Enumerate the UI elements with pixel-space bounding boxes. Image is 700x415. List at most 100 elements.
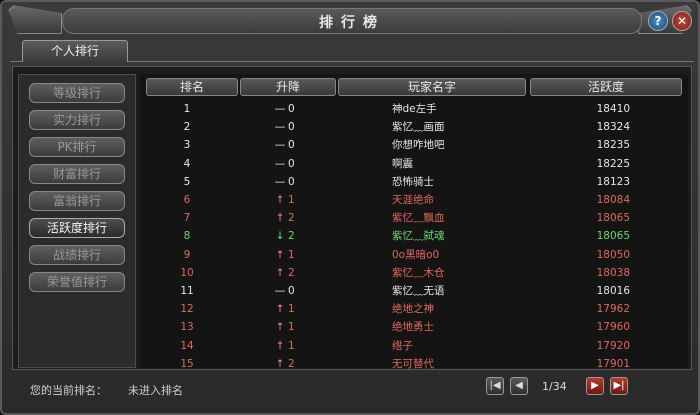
activity-value: 18225	[596, 157, 630, 170]
header-rank[interactable]: 排名	[146, 78, 238, 96]
table-row[interactable]: 6 ↑ 1 天涯绝命 18084	[140, 191, 688, 209]
table-row[interactable]: 2 —0 紫忆﹏画面 18324	[140, 118, 688, 136]
change-value: 0	[288, 157, 295, 170]
change-arrow: ↑	[275, 357, 285, 370]
menu-strength-ranking[interactable]: 实力排行	[29, 110, 125, 130]
change-arrow: ↑	[275, 266, 285, 279]
table-row[interactable]: 11 —0 紫忆﹏无语 18016	[140, 282, 688, 300]
next-page-icon: ▶	[591, 380, 599, 391]
menu-pk-ranking[interactable]: PK排行	[29, 137, 125, 157]
change-value: 2	[288, 212, 295, 225]
player-name: 绝地之神	[392, 303, 434, 316]
ranking-window: 排行榜 ? ✕ 个人排行 等级排行 实力排行 PK排行 财富排行 富翁排行 活跃…	[0, 0, 700, 415]
help-button[interactable]: ?	[648, 11, 668, 31]
table-row[interactable]: 9 ↑ 1 0o黑暗o0 18050	[140, 246, 688, 264]
header-activity[interactable]: 活跃度	[530, 78, 682, 96]
first-page-button[interactable]: |◀	[486, 377, 504, 395]
title-bar[interactable]: 排行榜	[62, 8, 642, 34]
change-value: 0	[288, 103, 295, 115]
player-name: 无可替代	[392, 357, 434, 370]
menu-honor-ranking[interactable]: 荣誉值排行	[29, 272, 125, 292]
rank-cell: 12	[180, 303, 194, 316]
prev-page-icon: ◀	[515, 380, 523, 391]
header-change[interactable]: 升降	[240, 78, 336, 96]
rank-cell: 3	[183, 139, 191, 152]
last-page-icon: ▶|	[613, 380, 625, 391]
table-row[interactable]: 5 —0 恐怖骑士 18123	[140, 173, 688, 191]
rank-cell: 1	[183, 103, 191, 115]
player-name: 啊震	[392, 157, 413, 170]
menu-activity-ranking[interactable]: 活跃度排行	[29, 218, 125, 238]
change-value: 2	[288, 230, 295, 243]
next-page-button[interactable]: ▶	[586, 377, 604, 395]
change-arrow: —	[274, 175, 286, 188]
activity-value: 18065	[596, 212, 630, 225]
menu-rich-ranking[interactable]: 富翁排行	[29, 191, 125, 211]
activity-value: 18016	[596, 285, 630, 297]
activity-value: 18084	[596, 194, 630, 206]
player-name: 紫忆﹏无语	[392, 285, 445, 297]
activity-value: 18038	[596, 266, 630, 279]
table-row[interactable]: 3 —0 你想咋地吧 18235	[140, 136, 688, 154]
last-page-button[interactable]: ▶|	[610, 377, 628, 395]
rank-cell: 13	[180, 321, 194, 334]
change-value: 2	[288, 266, 295, 279]
change-value: 1	[288, 339, 295, 352]
table-row[interactable]: 14 ↑ 1 绺子 17920	[140, 337, 688, 355]
rank-cell: 2	[183, 121, 191, 134]
player-name: 你想咋地吧	[392, 139, 445, 152]
change-arrow: —	[274, 103, 286, 115]
tab-strip: 个人排行	[10, 40, 694, 62]
menu-battle-ranking[interactable]: 战绩排行	[29, 245, 125, 265]
table-row[interactable]: 7 ↑ 2 紫忆﹏飘血 18065	[140, 209, 688, 227]
rank-cell: 10	[180, 266, 194, 279]
title-ornament-left	[6, 4, 62, 34]
rank-cell: 8	[183, 230, 191, 243]
table-row[interactable]: 13 ↑ 1 绝地勇士 17960	[140, 318, 688, 336]
header-player[interactable]: 玩家名字	[338, 78, 526, 96]
my-rank-value: 未进入排名	[128, 384, 183, 397]
rank-cell: 6	[183, 194, 191, 206]
player-name: 神de左手	[392, 103, 437, 115]
change-value: 1	[288, 248, 295, 261]
change-value: 2	[288, 357, 295, 370]
tab-personal-ranking[interactable]: 个人排行	[22, 40, 128, 62]
player-name: 紫忆﹏画面	[392, 121, 445, 134]
window-title: 排行榜	[319, 15, 385, 31]
player-name: 绺子	[392, 339, 413, 352]
player-name: 天涯绝命	[392, 194, 434, 206]
change-arrow: ↓	[275, 230, 285, 243]
close-button[interactable]: ✕	[672, 11, 692, 31]
activity-value: 18123	[596, 175, 630, 188]
table-row[interactable]: 15 ↑ 2 无可替代 17901	[140, 355, 688, 373]
change-value: 0	[288, 121, 295, 134]
ranking-table: 排名 升降 玩家名字 活跃度 1—0 神de左手 18410 2—0 紫忆﹏画面 1832…	[140, 74, 688, 370]
menu-level-ranking[interactable]: 等级排行	[29, 83, 125, 103]
my-rank-label: 您的当前排名：	[30, 384, 107, 397]
player-name: 紫忆﹏木仓	[392, 266, 445, 279]
activity-value: 18235	[596, 139, 630, 152]
change-value: 1	[288, 194, 295, 206]
rank-cell: 11	[180, 285, 194, 297]
table-row[interactable]: 12 ↑ 1 绝地之神 17962	[140, 300, 688, 318]
activity-value: 18324	[596, 121, 630, 134]
rank-cell: 4	[183, 157, 191, 170]
change-value: 1	[288, 321, 295, 334]
close-icon: ✕	[676, 14, 688, 28]
change-value: 1	[288, 303, 295, 316]
page-indicator: 1/34	[542, 380, 567, 393]
activity-value: 18410	[596, 103, 630, 115]
change-arrow: —	[274, 121, 286, 134]
menu-wealth-ranking[interactable]: 财富排行	[29, 164, 125, 184]
question-icon: ?	[654, 14, 662, 28]
table-row[interactable]: 8 ↓ 2 紫忆﹏弑魂 18065	[140, 227, 688, 245]
change-value: 0	[288, 139, 295, 152]
table-row[interactable]: 1 —0 神de左手 18410	[140, 100, 688, 118]
table-row[interactable]: 10 ↑ 2 紫忆﹏木仓 18038	[140, 264, 688, 282]
change-arrow: —	[274, 139, 286, 152]
change-arrow: ↑	[275, 303, 285, 316]
activity-value: 18050	[596, 248, 630, 261]
prev-page-button[interactable]: ◀	[510, 377, 528, 395]
table-row[interactable]: 4 —0 啊震 18225	[140, 155, 688, 173]
player-name: 紫忆﹏弑魂	[392, 230, 445, 243]
